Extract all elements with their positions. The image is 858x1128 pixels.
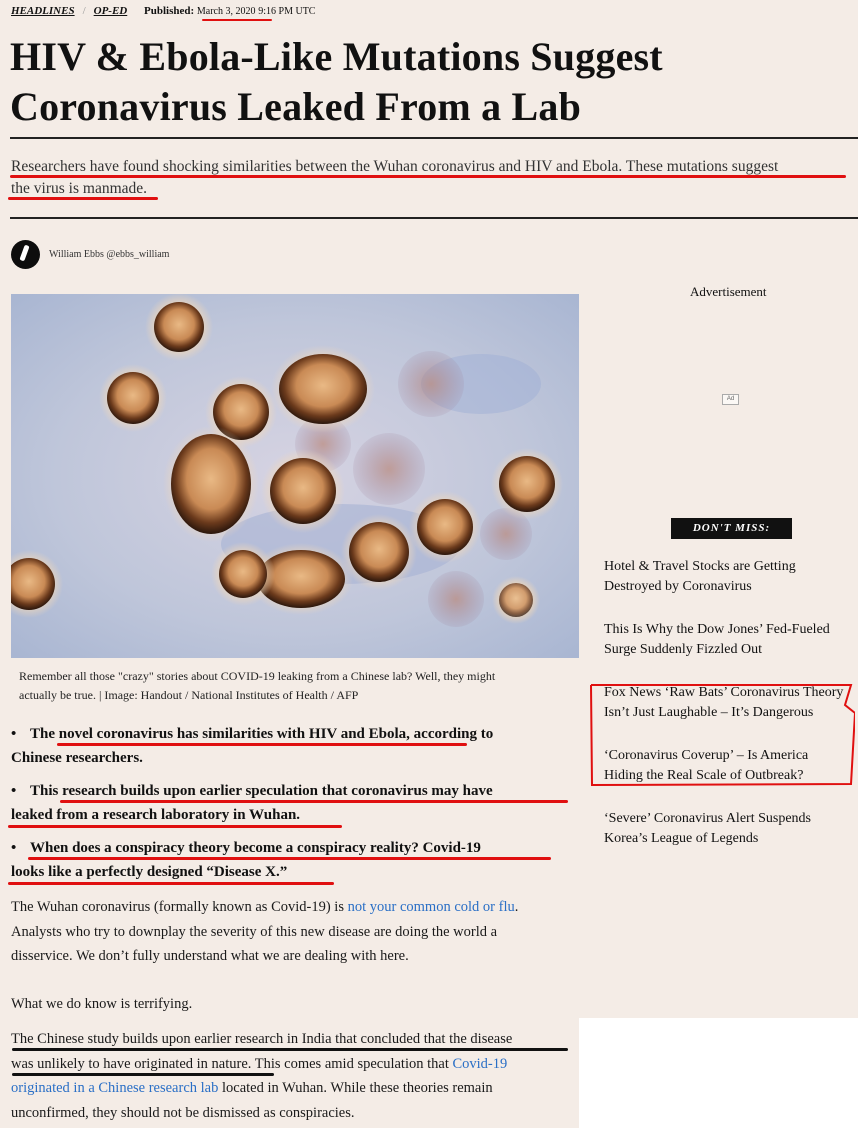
key-point-line-2: looks like a perfectly designed “Disease… [11, 864, 288, 880]
category-link-op-ed[interactable]: OP-ED [94, 5, 128, 17]
key-points-list: The novel coronavirus has similarities w… [11, 722, 576, 893]
sidebar-story-line-2: Korea’s League of Legends [604, 830, 759, 846]
sidebar-story-line-1: This Is Why the Dow Jones’ Fed-Fueled [604, 622, 830, 637]
paragraph-1: The Wuhan coronavirus (formally known as… [11, 895, 571, 969]
author-byline[interactable]: William Ebbs @ebbs_william [11, 240, 169, 269]
annotation-underline-subtitle-1 [10, 175, 846, 178]
advertisement-label: Advertisement [690, 284, 767, 299]
key-point-item: When does a conspiracy theory become a c… [11, 836, 576, 884]
blank-panel [579, 1018, 858, 1128]
paragraph-1-text: The Wuhan coronavirus (formally known as… [11, 899, 348, 915]
sidebar-story-link[interactable]: This Is Why the Dow Jones’ Fed-Fueled Su… [604, 620, 854, 659]
dont-miss-heading: DON'T MISS: [671, 518, 792, 539]
key-point-line-1: This research builds upon earlier specul… [30, 783, 493, 799]
caption-line-2: actually be true. | Image: Handout / Nat… [19, 688, 359, 702]
annotation-red-outline [590, 684, 855, 787]
sidebar-story-line-1: Hotel & Travel Stocks are Getting [604, 559, 796, 574]
title-divider [10, 137, 858, 139]
paragraph-3-line-3: located in Wuhan. While these theories r… [218, 1080, 493, 1096]
sidebar-story-line-2: Surge Suddenly Fizzled Out [604, 641, 763, 657]
paragraph-3-line-2b: . This comes amid speculation that [247, 1055, 453, 1072]
sidebar-story-line-1: ‘Severe’ Coronavirus Alert Suspends [604, 811, 811, 826]
annotation-underline-bullet-1a [57, 743, 467, 746]
article-subtitle: Researchers have found shocking similari… [11, 156, 851, 200]
hero-image [11, 294, 579, 658]
breadcrumb: HEADLINES / OP-ED Published: March 3, 2020… [11, 5, 315, 17]
annotation-underline-paragraph-3b [12, 1073, 274, 1076]
key-point-item: The novel coronavirus has similarities w… [11, 722, 576, 770]
link-common-cold-or-flu[interactable]: not your common cold or flu [348, 899, 515, 915]
title-line-2: Coronavirus Leaked From a Lab [10, 84, 582, 129]
link-chinese-research-lab[interactable]: originated in a Chinese research lab [11, 1080, 218, 1096]
key-point-line-1: The novel coronavirus has similarities w… [30, 726, 494, 742]
subtitle-divider [10, 217, 858, 219]
ad-badge[interactable]: Ad [722, 394, 739, 405]
paragraph-3-line-4: unconfirmed, they should not be dismisse… [11, 1104, 355, 1121]
subtitle-line-1: Researchers have found shocking similari… [11, 158, 779, 175]
publish-date: March 3, 2020 [196, 6, 256, 17]
key-point-item: This research builds upon earlier specul… [11, 779, 576, 827]
paragraph-1-line-3: disservice. We don’t fully understand wh… [11, 948, 409, 964]
page-title: HIV & Ebola-Like Mutations Suggest Coron… [10, 32, 850, 132]
paragraph-1-line-2: Analysts who try to downplay the severit… [11, 923, 498, 940]
key-point-line-2: leaked from a research laboratory in Wuh… [11, 807, 301, 823]
publish-time: 9:16 PM UTC [258, 6, 316, 17]
key-point-line-2: Chinese researchers. [11, 750, 143, 766]
subtitle-line-2: the virus is manmade. [11, 180, 148, 197]
annotation-underline-bullet-3a [28, 857, 551, 860]
author-name[interactable]: William Ebbs @ebbs_william [49, 249, 169, 260]
breadcrumb-separator: / [82, 5, 86, 17]
annotation-underline-date [202, 19, 272, 21]
annotation-underline-bullet-3b [8, 882, 334, 885]
paragraph-2-text: What we do know is terrifying. [11, 996, 193, 1012]
paragraph-1-text: . [514, 899, 519, 915]
sidebar-story-line-2: Destroyed by Coronavirus [604, 578, 752, 594]
key-point-line-1: When does a conspiracy theory become a c… [30, 840, 481, 856]
sidebar-story-link[interactable]: ‘Severe’ Coronavirus Alert Suspends Kore… [604, 809, 854, 848]
sidebar-story-link[interactable]: Hotel & Travel Stocks are Getting Destro… [604, 557, 854, 596]
virus-micrograph-illustration [11, 294, 579, 658]
annotation-underline-bullet-2a [60, 800, 568, 803]
category-link-headlines[interactable]: HEADLINES [11, 5, 75, 17]
paragraph-3-line-2a: was unlikely to have originated in natur… [11, 1055, 248, 1072]
paragraph-3-line-1: The Chinese study builds upon earlier re… [11, 1031, 513, 1047]
author-avatar-icon[interactable] [11, 240, 40, 269]
image-caption: Remember all those "crazy" stories about… [19, 667, 579, 705]
caption-line-1: Remember all those "crazy" stories about… [19, 669, 496, 683]
annotation-underline-subtitle-2 [8, 197, 158, 200]
title-line-1: HIV & Ebola-Like Mutations Suggest [10, 34, 663, 79]
link-covid-19[interactable]: Covid-19 [452, 1056, 507, 1072]
annotation-underline-bullet-2b [8, 825, 342, 828]
annotation-underline-paragraph-3a [12, 1048, 568, 1051]
published-label: Published: [144, 5, 195, 17]
paragraph-2: What we do know is terrifying. [11, 992, 571, 1017]
paragraph-3: The Chinese study builds upon earlier re… [11, 1027, 571, 1125]
